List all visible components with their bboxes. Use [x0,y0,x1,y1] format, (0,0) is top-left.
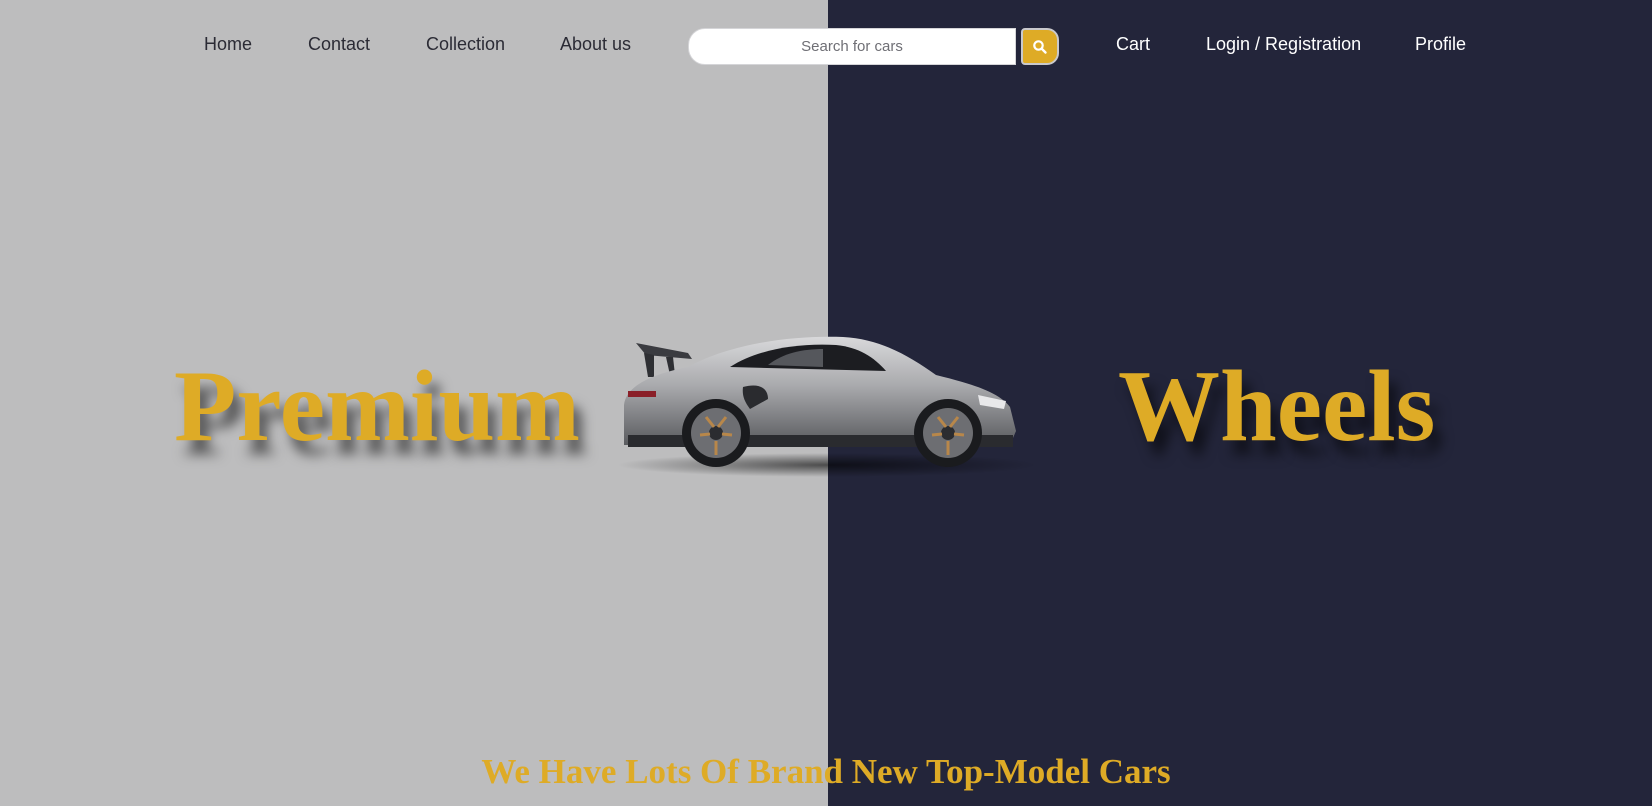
tagline: We Have Lots Of Brand New Top-Model Cars [481,752,1171,791]
nav-login-registration-link[interactable]: Login / Registration [1206,34,1361,55]
nav-collection-link[interactable]: Collection [426,34,505,55]
nav-profile-link[interactable]: Profile [1415,34,1466,55]
search-icon [1033,39,1047,54]
search-input[interactable] [689,29,1015,64]
nav-home-link[interactable]: Home [204,34,252,55]
hero-word-wheels: Wheels [1118,350,1436,463]
sports-car-image [618,336,1038,477]
search-button[interactable] [1021,28,1059,65]
nav-cart-link[interactable]: Cart [1116,34,1150,55]
hero-word-premium: Premium [174,350,581,463]
nav-contact-link[interactable]: Contact [308,34,370,55]
nav-about-us-link[interactable]: About us [560,34,631,55]
